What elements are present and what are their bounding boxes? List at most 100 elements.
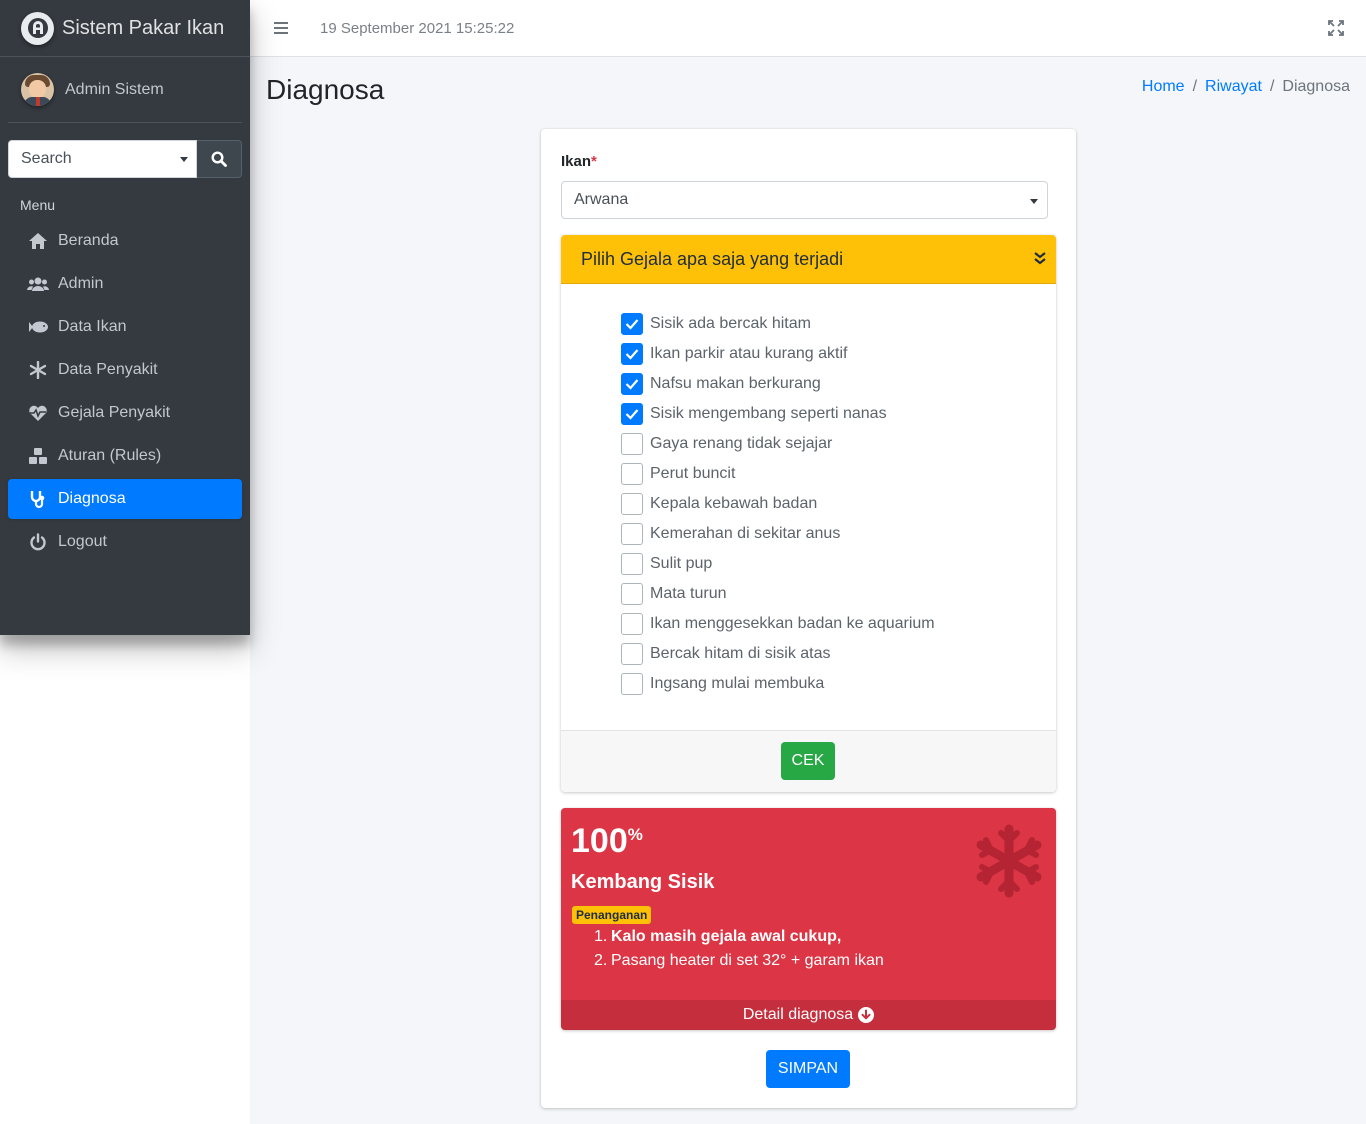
sidebar-item-data-penyakit[interactable]: Data Penyakit — [8, 350, 242, 390]
sidebar-item-label: Diagnosa — [58, 490, 126, 507]
checkbox[interactable] — [621, 493, 643, 515]
gejala-label: Ikan parkir atau kurang aktif — [650, 345, 848, 362]
gejala-item[interactable]: Sulit pup — [621, 549, 1056, 579]
checkbox[interactable] — [621, 523, 643, 545]
gejala-label: Sisik ada bercak hitam — [650, 315, 811, 332]
fullscreen-icon[interactable] — [1328, 20, 1344, 36]
users-icon — [27, 274, 49, 294]
user-panel[interactable]: Admin Sistem — [8, 57, 242, 123]
checkbox[interactable] — [621, 433, 643, 455]
sidebar-item-admin[interactable]: Admin — [8, 264, 242, 304]
checkbox[interactable] — [621, 673, 643, 695]
gejala-label: Ikan menggesekkan badan ke aquarium — [650, 615, 935, 632]
user-name[interactable]: Admin Sistem — [65, 81, 164, 99]
home-icon — [27, 231, 49, 251]
sidebar-item-beranda[interactable]: Beranda — [8, 221, 242, 261]
brand-link[interactable]: Sistem Pakar Ikan — [0, 0, 250, 57]
list-number: 2. — [594, 952, 608, 969]
gejala-label: Sulit pup — [650, 555, 713, 572]
sidebar-item-diagnosa[interactable]: Diagnosa — [8, 479, 242, 519]
gejala-label: Ingsang mulai membuka — [650, 675, 825, 692]
gejala-item[interactable]: Kemerahan di sekitar anus — [621, 519, 1056, 549]
penanganan-badge: Penanganan — [572, 906, 652, 924]
cek-button[interactable]: CEK — [781, 742, 835, 780]
checkbox[interactable] — [621, 373, 643, 395]
stethoscope-icon — [27, 489, 49, 509]
ikan-select[interactable]: Arwana — [561, 181, 1048, 219]
check-icon — [625, 319, 639, 330]
result-disease: Kembang Sisik — [571, 871, 715, 893]
result-box: 100% Kembang Sisik Penanganan 1. Kalo mas… — [561, 808, 1056, 1030]
diagnosa-card: Ikan* Arwana Pilih Gejala apa saja yang … — [541, 129, 1076, 1108]
cubes-icon — [27, 446, 49, 466]
caret-down-icon — [180, 157, 188, 162]
sidebar-nav: Beranda Admin Data Ikan Data Penyakit Ge… — [0, 221, 250, 562]
gejala-card: Pilih Gejala apa saja yang terjadi Sisik… — [561, 235, 1056, 792]
sidebar-item-label: Aturan (Rules) — [58, 447, 162, 464]
gejala-item[interactable]: Ingsang mulai membuka — [621, 669, 1056, 699]
snowflake-icon — [27, 360, 49, 380]
gejala-label: Kemerahan di sekitar anus — [650, 525, 841, 542]
breadcrumb-current: Diagnosa — [1282, 78, 1350, 95]
gejala-item[interactable]: Ikan menggesekkan badan ke aquarium — [621, 609, 1056, 639]
sidebar-background — [0, 635, 250, 1124]
brand-name: Sistem Pakar Ikan — [62, 16, 225, 39]
checkbox[interactable] — [621, 553, 643, 575]
gejala-item[interactable]: Mata turun — [621, 579, 1056, 609]
checkbox[interactable] — [621, 313, 643, 335]
sidebar-item-gejala-penyakit[interactable]: Gejala Penyakit — [8, 393, 242, 433]
breadcrumb-separator: / — [1269, 78, 1275, 95]
gejala-item[interactable]: Bercak hitam di sisik atas — [621, 639, 1056, 669]
checkbox[interactable] — [621, 463, 643, 485]
list-item: 2. Pasang heater di set 32° + garam ikan — [594, 952, 884, 976]
gejala-label: Perut buncit — [650, 465, 736, 482]
sidebar-item-aturan[interactable]: Aturan (Rules) — [8, 436, 242, 476]
checkbox[interactable] — [621, 343, 643, 365]
double-chevron-down-icon[interactable] — [1034, 251, 1046, 265]
gejala-item[interactable]: Ikan parkir atau kurang aktif — [621, 339, 1056, 369]
sidebar-item-label: Data Ikan — [58, 318, 127, 335]
page-title: Diagnosa — [266, 74, 385, 105]
breadcrumb-riwayat[interactable]: Riwayat — [1205, 78, 1262, 96]
search-button[interactable] — [197, 140, 242, 178]
breadcrumb-separator: / — [1192, 78, 1198, 95]
detail-diagnosa-label: Detail diagnosa — [742, 1006, 854, 1023]
menu-header: Menu — [20, 197, 56, 213]
gejala-checklist: Sisik ada bercak hitam Ikan parkir atau … — [561, 284, 1056, 699]
checkbox[interactable] — [621, 583, 643, 605]
snowflake-icon — [976, 824, 1042, 898]
search-input[interactable]: Search — [8, 140, 197, 178]
avatar — [21, 73, 54, 106]
caret-down-icon — [1030, 199, 1038, 204]
gejala-header-title: Pilih Gejala apa saja yang terjadi — [581, 248, 844, 269]
sidebar-item-logout[interactable]: Logout — [8, 522, 242, 562]
sidebar-item-label: Beranda — [58, 232, 119, 249]
sidebar-search: Search — [8, 140, 242, 178]
gejala-item[interactable]: Sisik ada bercak hitam — [621, 309, 1056, 339]
gejala-header[interactable]: Pilih Gejala apa saja yang terjadi — [561, 235, 1056, 284]
datetime: 19 September 2021 15:25:22 — [320, 19, 515, 37]
sidebar-item-data-ikan[interactable]: Data Ikan — [8, 307, 242, 347]
brand-logo-icon — [21, 11, 54, 45]
ikan-select-value: Arwana — [574, 191, 629, 208]
breadcrumb-home[interactable]: Home — [1142, 78, 1185, 96]
checkbox[interactable] — [621, 403, 643, 425]
heartbeat-icon — [27, 403, 49, 423]
result-percent-value: 100 — [571, 822, 628, 860]
sidebar-item-label: Gejala Penyakit — [58, 404, 171, 421]
list-text: Kalo masih gejala awal cukup, — [611, 928, 842, 945]
gejala-item[interactable]: Nafsu makan berkurang — [621, 369, 1056, 399]
menu-toggle-icon[interactable] — [274, 19, 288, 37]
detail-diagnosa-link[interactable]: Detail diagnosa — [561, 1000, 1056, 1030]
gejala-item[interactable]: Sisik mengembang seperti nanas — [621, 399, 1056, 429]
check-icon — [625, 409, 639, 420]
checkbox[interactable] — [621, 643, 643, 665]
gejala-item[interactable]: Gaya renang tidak sejajar — [621, 429, 1056, 459]
gejala-item[interactable]: Perut buncit — [621, 459, 1056, 489]
simpan-button[interactable]: SIMPAN — [766, 1050, 850, 1088]
ikan-label-text: Ikan — [561, 153, 592, 170]
list-number: 1. — [594, 928, 608, 945]
gejala-item[interactable]: Kepala kebawah badan — [621, 489, 1056, 519]
penanganan-list: 1. Kalo masih gejala awal cukup, 2. Pasang… — [594, 928, 884, 976]
checkbox[interactable] — [621, 613, 643, 635]
